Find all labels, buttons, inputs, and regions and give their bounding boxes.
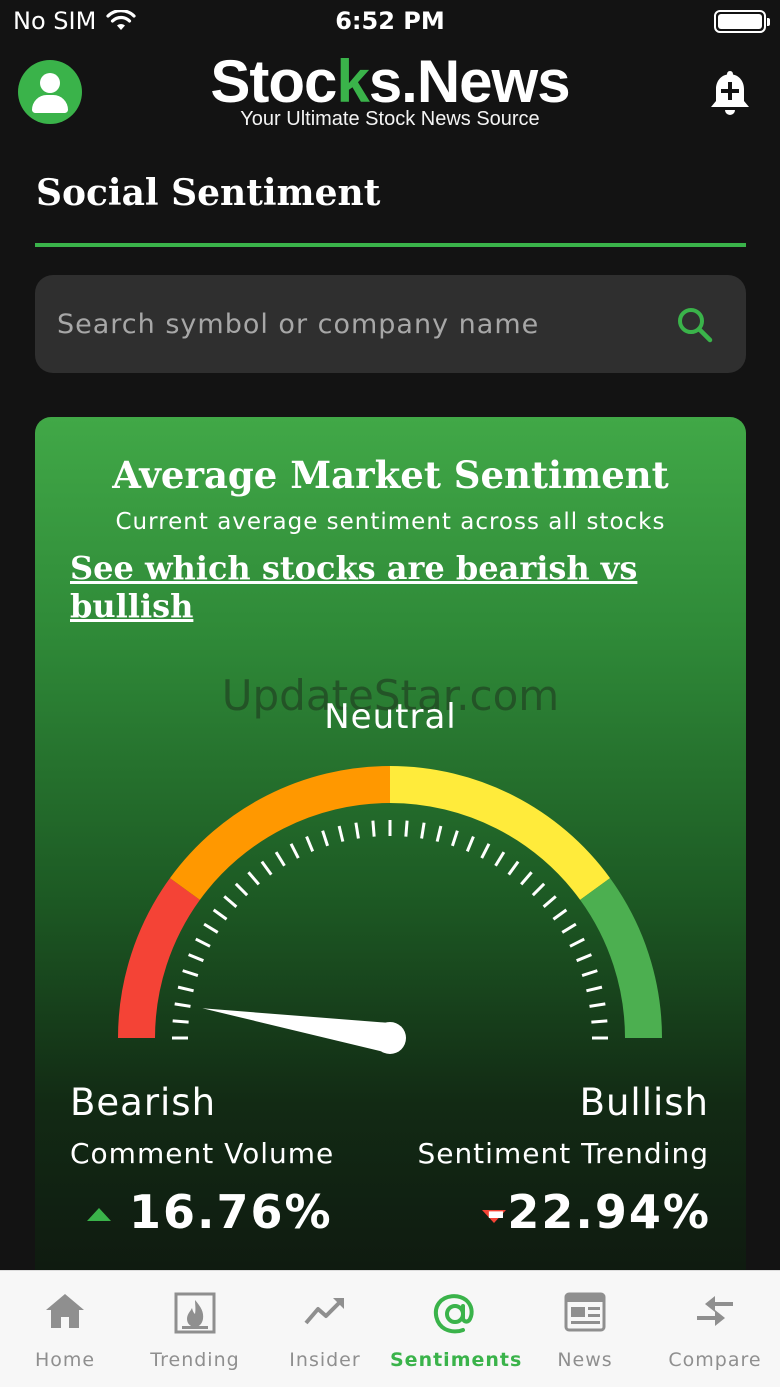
gauge-tick: [465, 836, 475, 852]
search-icon[interactable]: [676, 306, 714, 344]
bearish-label: Bearish: [70, 1081, 217, 1124]
comment-volume-value: 16.76%: [129, 1185, 333, 1239]
gauge-tick: [531, 882, 546, 897]
gauge-tick: [591, 1019, 608, 1024]
sentiment-trending-label: Sentiment Trending: [417, 1137, 709, 1170]
gauge-tick: [321, 830, 330, 847]
gauge-tick: [480, 843, 491, 859]
fire-icon: [174, 1292, 216, 1334]
gauge-tick: [289, 843, 300, 859]
gauge-tick: [305, 836, 315, 852]
gauge-tick: [450, 830, 459, 847]
gauge-tick: [177, 985, 194, 993]
gauge-tick: [174, 1002, 191, 1008]
gauge-tick: [274, 851, 286, 867]
gauge-segment-red: [118, 878, 200, 1038]
gauge-tick: [435, 825, 443, 842]
gauge-needle: [202, 1008, 393, 1053]
tab-news[interactable]: News: [520, 1271, 650, 1387]
newspaper-icon: [564, 1292, 606, 1332]
gauge-needle-hub: [374, 1022, 406, 1054]
tab-label: Trending: [150, 1349, 240, 1371]
gauge-tick: [520, 871, 533, 886]
tab-home[interactable]: Home: [0, 1271, 130, 1387]
tab-label: Sentiments: [390, 1349, 523, 1371]
title-divider: [35, 243, 746, 247]
gauge-tick: [223, 895, 238, 908]
logo-wordmark: Stocks.News: [210, 48, 570, 115]
tab-label: News: [557, 1349, 613, 1371]
tab-sentiments[interactable]: Sentiments: [390, 1271, 523, 1387]
gauge-tick: [212, 908, 228, 921]
notification-bell-icon[interactable]: [706, 68, 754, 118]
gauge-tick: [182, 969, 199, 978]
status-time: 6:52 PM: [335, 7, 445, 35]
gauge-tick: [337, 825, 345, 842]
gauge-tick: [247, 871, 260, 886]
gauge-tick: [589, 1002, 606, 1008]
gauge-tick: [561, 922, 577, 934]
tab-insider[interactable]: Insider: [260, 1271, 390, 1387]
sentiment-trending-value: -22.94%: [486, 1185, 711, 1239]
up-arrow-icon: [87, 1208, 111, 1221]
home-icon: [46, 1294, 84, 1328]
trend-line-icon: [304, 1298, 344, 1325]
gauge-tick: [552, 908, 568, 921]
sentiment-gauge: [118, 766, 662, 1054]
gauge-tick: [188, 953, 204, 963]
logo-tagline: Your Ultimate Stock News Source: [240, 108, 540, 130]
app-logo: Stocks.News Your Ultimate Stock News Sou…: [0, 50, 780, 131]
at-sign-icon: [433, 1294, 474, 1334]
gauge-tick: [234, 882, 249, 897]
gauge-tick: [203, 922, 219, 934]
tab-label: Home: [34, 1349, 96, 1371]
bottom-tab-bar: Home Trending Insider Sentiments News Co…: [0, 1270, 780, 1387]
bullish-label: Bullish: [579, 1081, 709, 1124]
gauge-tick: [507, 860, 520, 876]
battery-icon: [714, 10, 770, 33]
tab-label: Compare: [668, 1349, 762, 1371]
tab-label: Insider: [289, 1349, 361, 1371]
gauge-tick: [576, 953, 592, 963]
gauge-tick: [260, 860, 273, 876]
gauge-tick: [494, 851, 506, 867]
compare-arrows-icon: [697, 1296, 733, 1326]
status-bar: No SIM 6:52 PM: [0, 0, 780, 44]
tab-compare[interactable]: Compare: [650, 1271, 780, 1387]
gauge-tick: [354, 822, 360, 839]
gauge-tick: [581, 969, 598, 978]
gauge-segment-green: [580, 878, 662, 1038]
gauge-tick: [569, 937, 585, 948]
search-bar: [35, 275, 746, 373]
gauge-tick: [371, 820, 376, 837]
comment-volume-label: Comment Volume: [70, 1137, 335, 1170]
tab-trending[interactable]: Trending: [130, 1271, 260, 1387]
gauge-tick: [404, 820, 409, 837]
search-input[interactable]: [57, 297, 657, 351]
gauge-tick: [172, 1019, 189, 1024]
gauge-tick: [420, 822, 426, 839]
gauge-tick: [586, 985, 603, 993]
gauge-tick: [542, 895, 557, 908]
gauge-tick: [195, 937, 211, 948]
page-title: Social Sentiment: [36, 172, 381, 214]
market-sentiment-card: Average Market Sentiment Current average…: [35, 417, 746, 1277]
